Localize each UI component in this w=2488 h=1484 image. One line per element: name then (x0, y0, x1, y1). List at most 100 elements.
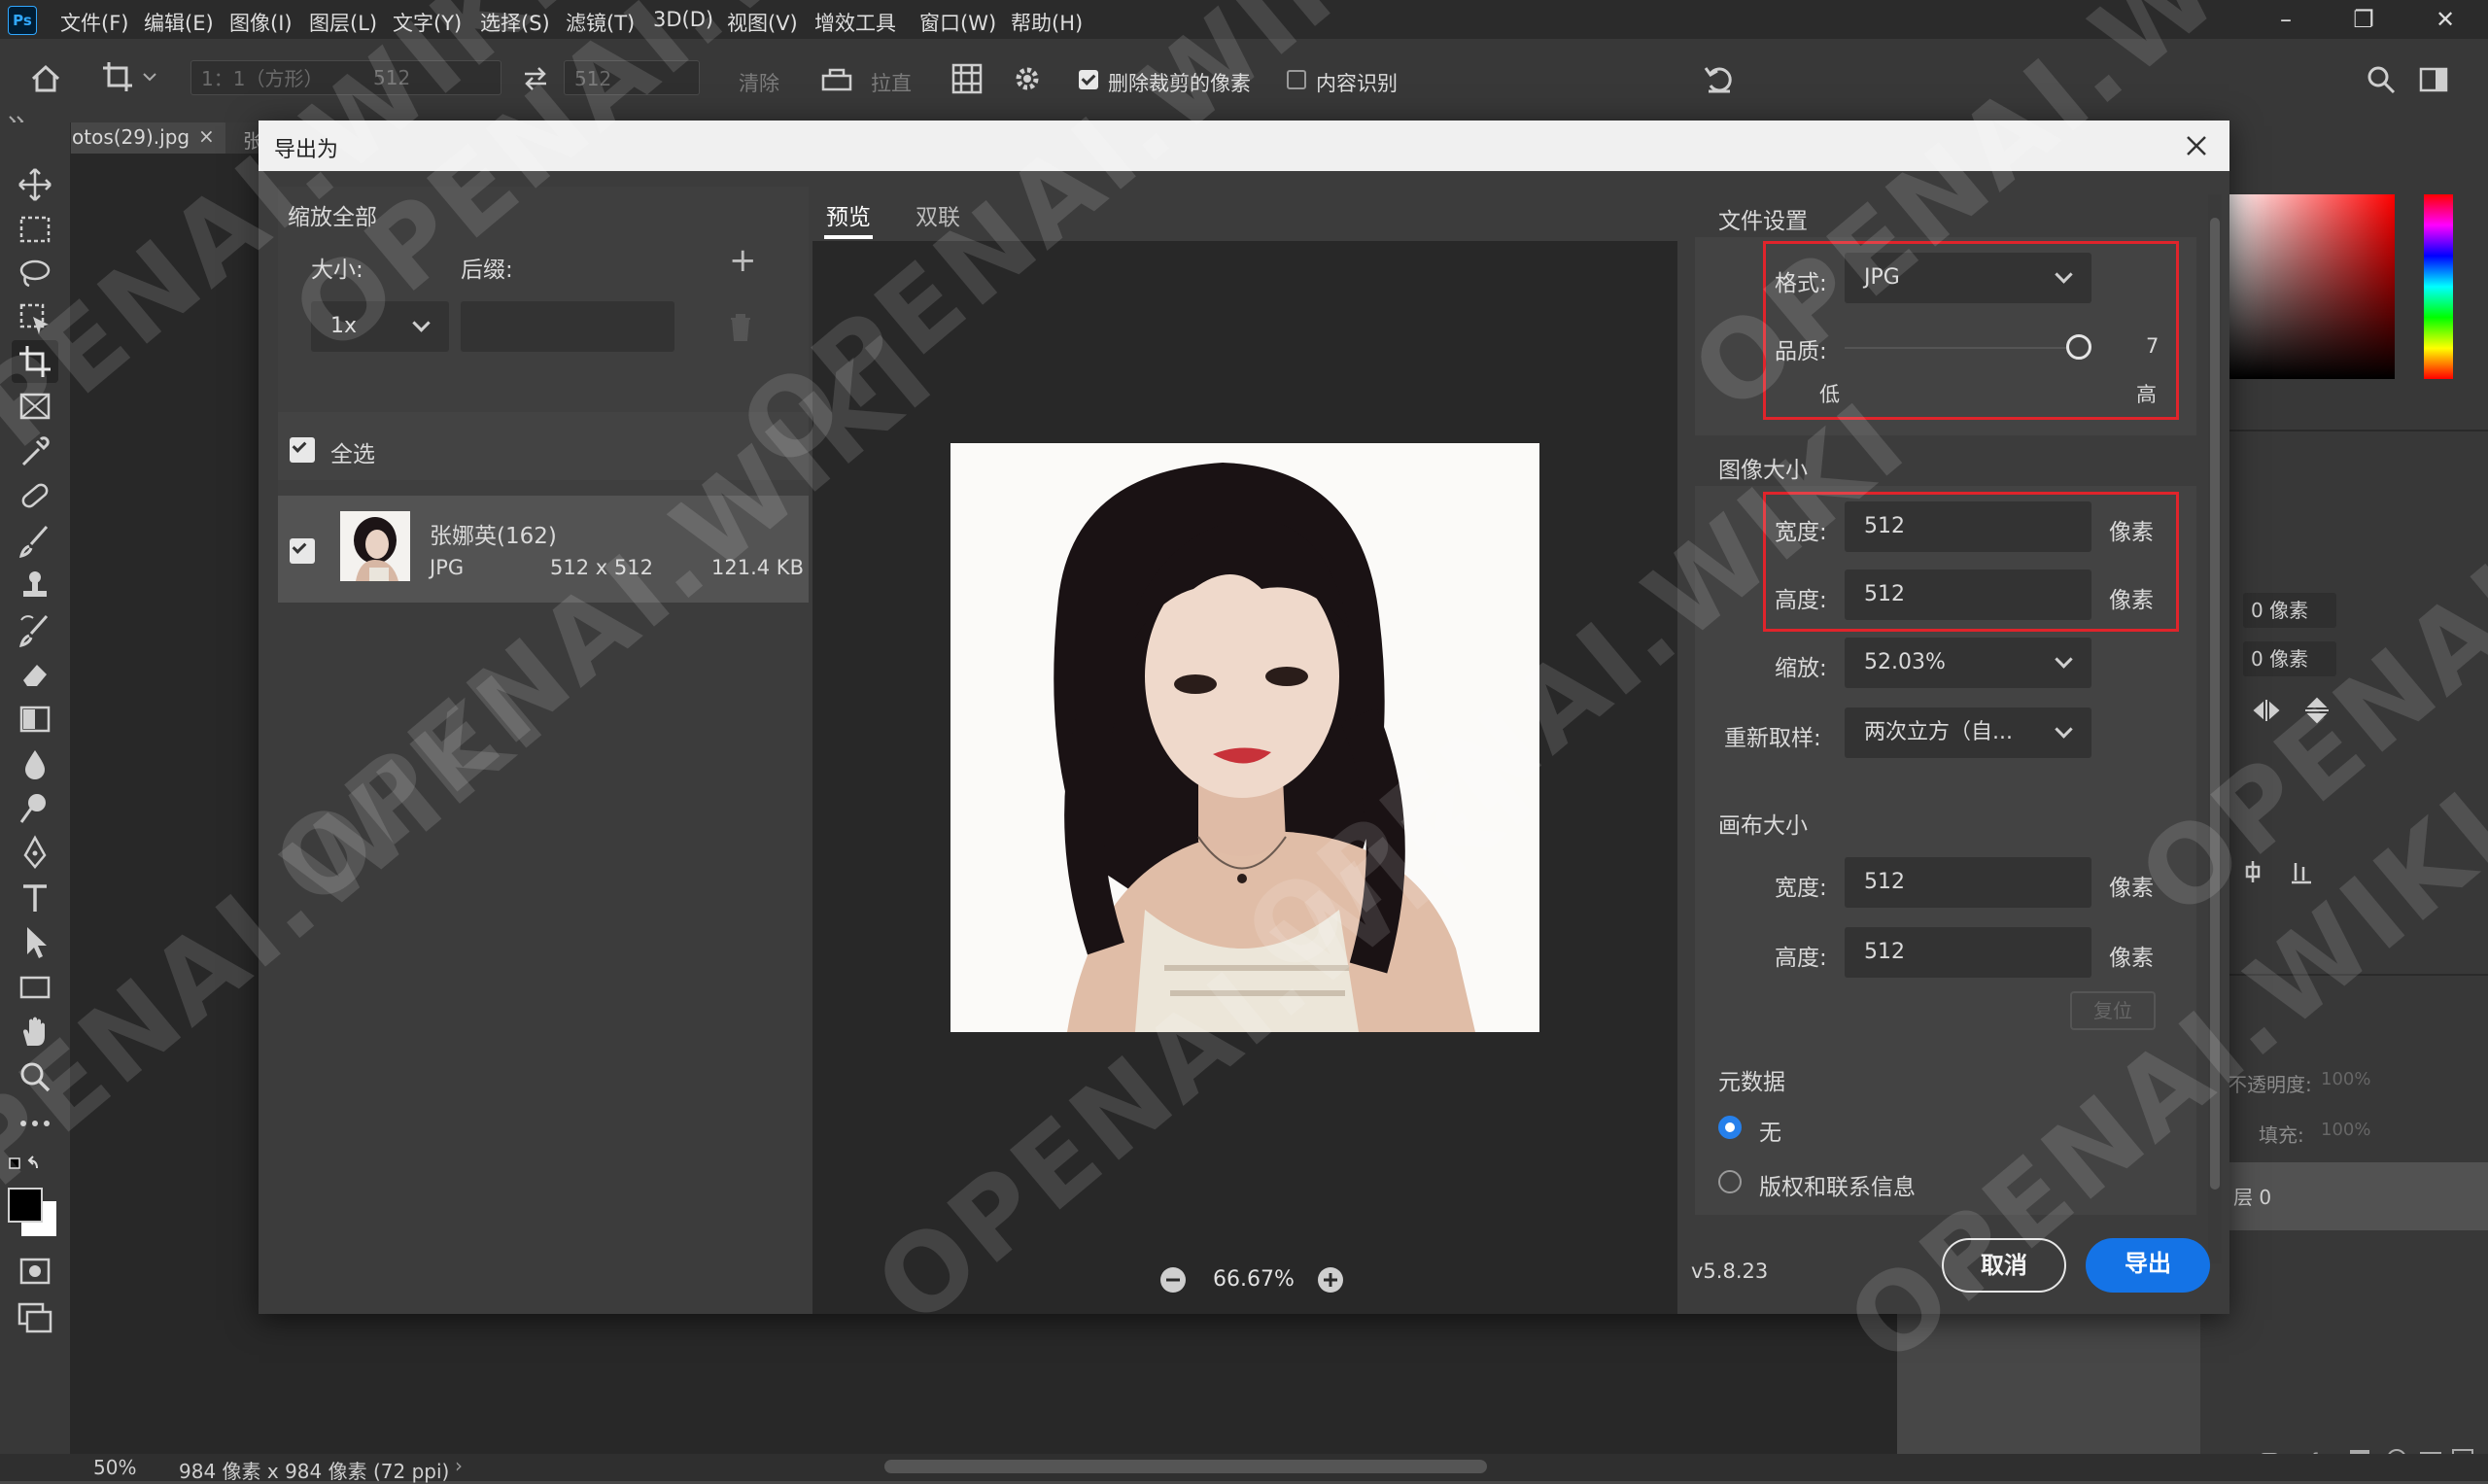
crop-tool-icon[interactable] (101, 60, 159, 95)
quick-mask-icon[interactable] (16, 1252, 54, 1291)
menu-window[interactable]: 窗口(W) (919, 8, 996, 37)
default-colors-icon[interactable] (6, 1155, 45, 1178)
move-tool-icon[interactable] (16, 165, 54, 204)
dodge-tool-icon[interactable] (16, 789, 54, 828)
home-icon[interactable] (29, 62, 62, 95)
zoom-in-icon[interactable] (1316, 1265, 1345, 1294)
scale-select[interactable]: 52.03% (1845, 638, 2091, 688)
resample-select[interactable]: 两次立方（自... (1845, 707, 2091, 758)
settings-gear-icon[interactable] (1011, 62, 1044, 95)
reset-canvas-button[interactable]: 复位 (2070, 991, 2156, 1030)
zoom-out-icon[interactable] (1158, 1265, 1188, 1294)
minimize-icon[interactable]: – (2266, 4, 2305, 35)
size-label: 大小: (311, 258, 363, 283)
highlight-box-file-settings (1763, 241, 2179, 420)
select-all-checkbox[interactable] (290, 437, 315, 463)
lasso-tool-icon[interactable] (16, 255, 54, 293)
more-tools-icon[interactable] (16, 1104, 54, 1143)
foreground-color-swatch[interactable] (8, 1188, 43, 1223)
file-settings-heading: 文件设置 (1718, 209, 1808, 234)
menu-select[interactable]: 选择(S) (480, 8, 550, 37)
clear-button[interactable]: 清除 (739, 68, 779, 97)
grid-overlay-icon[interactable] (950, 62, 984, 95)
menu-plugins[interactable]: 增效工具 (814, 8, 896, 37)
restore-icon[interactable]: ❐ (2344, 4, 2383, 35)
layer-row[interactable]: 层 0 (2220, 1162, 2488, 1230)
type-tool-icon[interactable] (16, 879, 54, 917)
canvas-width-input[interactable]: 512 (1845, 857, 2091, 908)
add-scale-icon[interactable]: + (729, 241, 757, 280)
export-button[interactable]: 导出 (2086, 1238, 2210, 1293)
menu-file[interactable]: 文件(F) (60, 8, 128, 37)
history-brush-icon[interactable] (16, 610, 54, 649)
canvas-height-input[interactable]: 512 (1845, 927, 2091, 978)
close-tab-icon[interactable]: × (198, 124, 215, 148)
crop-height-field[interactable]: 512 (564, 60, 700, 95)
delete-cropped-checkbox[interactable] (1079, 70, 1098, 89)
color-picker-field[interactable] (2226, 194, 2395, 379)
tab-preview[interactable]: 预览 (826, 198, 871, 231)
menu-filter[interactable]: 滤镜(T) (566, 8, 635, 37)
opacity-value[interactable]: 100% (2321, 1069, 2370, 1089)
menu-3d[interactable]: 3D(D) (653, 8, 713, 31)
menu-image[interactable]: 图像(I) (229, 8, 293, 37)
layer-name: 层 0 (2233, 1186, 2272, 1209)
path-select-icon[interactable] (16, 923, 54, 962)
fill-value[interactable]: 100% (2321, 1120, 2370, 1140)
metadata-none-radio[interactable] (1718, 1116, 1742, 1139)
straighten-icon[interactable] (820, 66, 853, 93)
asset-row[interactable]: 张娜英(162) JPG 512 x 512 121.4 KB (278, 496, 809, 603)
workspace-icon[interactable] (2418, 64, 2449, 95)
marquee-tool-icon[interactable] (16, 210, 54, 249)
offset-y-field[interactable]: 0 像素 (2243, 641, 2336, 676)
horizontal-scrollbar[interactable] (884, 1460, 1487, 1473)
hue-slider[interactable] (2424, 194, 2453, 379)
eraser-tool-icon[interactable] (16, 655, 54, 694)
flip-horizontal-icon[interactable] (2251, 696, 2286, 725)
settings-scrollbar-thumb[interactable] (2210, 218, 2220, 1190)
delete-cropped-label: 删除裁剪的像素 (1108, 72, 1251, 95)
flip-vertical-icon[interactable] (2299, 696, 2334, 725)
search-icon[interactable] (2366, 64, 2397, 95)
scale-size-select[interactable]: 1x (311, 301, 449, 352)
menu-layer[interactable]: 图层(L) (309, 8, 377, 37)
crop-width-field[interactable]: 512 (363, 60, 505, 95)
reset-icon[interactable] (1703, 62, 1736, 95)
preview-area[interactable]: 66.67% (812, 241, 1677, 1314)
content-aware-checkbox[interactable] (1287, 70, 1306, 89)
crop-tool-sidebar-icon[interactable] (16, 342, 54, 381)
menu-edit[interactable]: 编辑(E) (144, 8, 214, 37)
menu-type[interactable]: 文字(Y) (393, 8, 462, 37)
menu-help[interactable]: 帮助(H) (1011, 8, 1083, 37)
canvas-height-unit: 像素 (2109, 946, 2154, 971)
asset-checkbox[interactable] (290, 538, 315, 564)
zoom-tool-icon[interactable] (16, 1057, 54, 1096)
swap-icon[interactable] (521, 64, 550, 93)
delete-scale-icon[interactable] (727, 313, 754, 342)
document-tab[interactable]: otos(29).jpg × (45, 122, 225, 154)
align-icons[interactable] (2243, 857, 2321, 886)
pen-tool-icon[interactable] (16, 834, 54, 873)
close-window-icon[interactable]: ✕ (2426, 4, 2465, 35)
object-select-tool-icon[interactable] (16, 299, 54, 338)
eyedropper-tool-icon[interactable] (16, 431, 54, 470)
dialog-close-icon[interactable] (2183, 132, 2210, 159)
resample-label: 重新取样: (1724, 726, 1821, 751)
offset-x-field[interactable]: 0 像素 (2243, 593, 2336, 628)
screen-mode-icon[interactable] (16, 1298, 54, 1337)
cancel-button[interactable]: 取消 (1942, 1238, 2066, 1293)
hand-tool-icon[interactable] (16, 1013, 54, 1052)
rectangle-tool-icon[interactable] (16, 968, 54, 1007)
tab-2-up[interactable]: 双联 (916, 198, 960, 231)
status-expand-icon[interactable]: › (455, 1454, 463, 1477)
suffix-input[interactable] (461, 301, 674, 352)
metadata-copyright-radio[interactable] (1718, 1170, 1742, 1193)
frame-tool-icon[interactable] (16, 387, 54, 426)
status-zoom[interactable]: 50% (93, 1456, 136, 1479)
gradient-tool-icon[interactable] (16, 700, 54, 739)
blur-tool-icon[interactable] (16, 744, 54, 783)
clone-stamp-icon[interactable] (16, 566, 54, 604)
brush-tool-icon[interactable] (16, 521, 54, 560)
healing-brush-icon[interactable] (16, 476, 54, 515)
menu-view[interactable]: 视图(V) (727, 8, 798, 37)
